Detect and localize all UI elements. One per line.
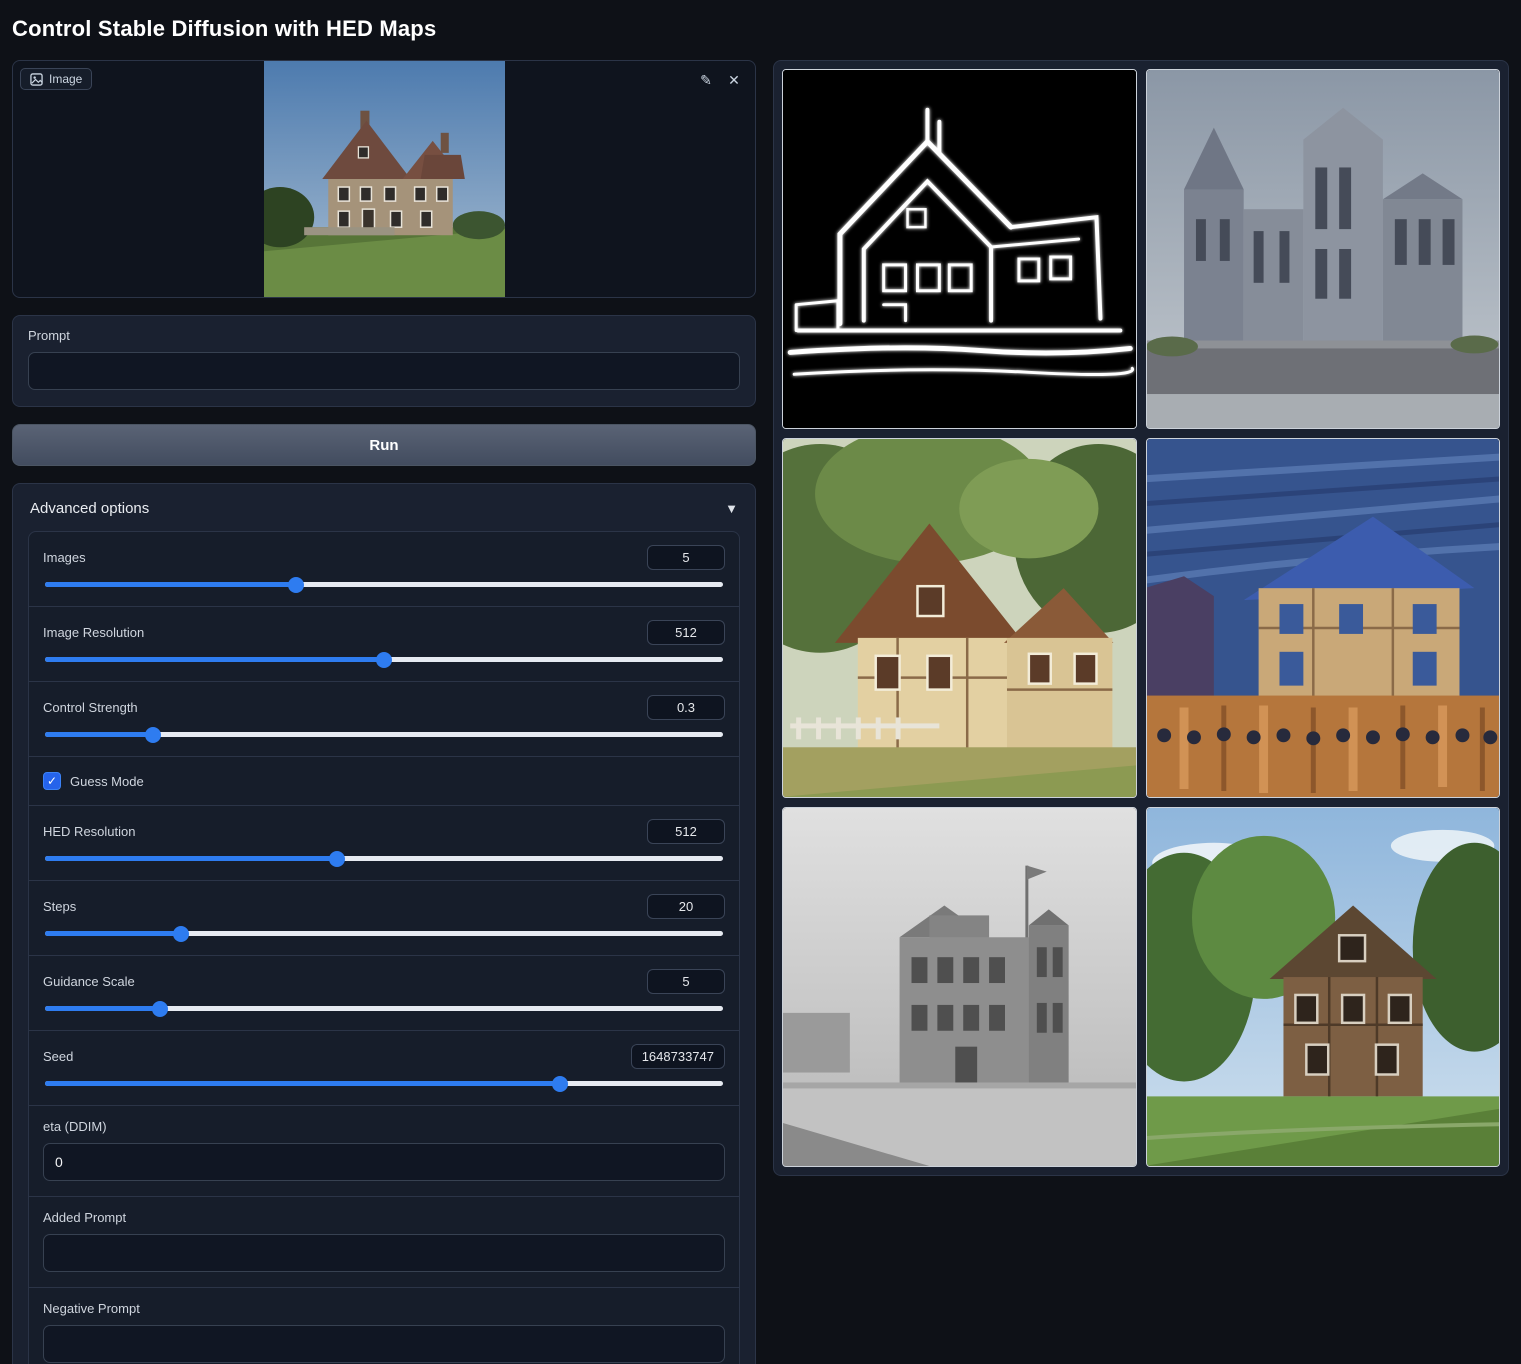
hed-resolution-value-box[interactable]: 512 bbox=[647, 819, 725, 844]
advanced-options-panel: Advanced options ▼ Images 5 bbox=[12, 483, 756, 1364]
input-image[interactable] bbox=[264, 60, 505, 298]
image-icon bbox=[30, 73, 43, 86]
added-prompt-input[interactable] bbox=[43, 1234, 725, 1272]
prompt-input[interactable] bbox=[28, 352, 740, 390]
gallery-image-house-with-trees[interactable] bbox=[1146, 807, 1501, 1167]
image-label: Image bbox=[49, 72, 82, 86]
images-label: Images bbox=[43, 550, 86, 565]
added-prompt-row: Added Prompt bbox=[29, 1196, 739, 1287]
steps-slider-thumb[interactable] bbox=[173, 926, 189, 942]
slider-row-image-resolution: Image Resolution 512 bbox=[29, 606, 739, 681]
image-resolution-label: Image Resolution bbox=[43, 625, 144, 640]
prompt-label: Prompt bbox=[28, 328, 740, 343]
images-slider-fill bbox=[45, 582, 296, 587]
guidance-scale-label: Guidance Scale bbox=[43, 974, 135, 989]
guidance-scale-slider[interactable] bbox=[45, 1006, 723, 1011]
guess-mode-label: Guess Mode bbox=[70, 774, 144, 789]
accordion-arrow-icon: ▼ bbox=[725, 501, 738, 516]
image-label-tag: Image bbox=[20, 68, 92, 90]
hed-resolution-slider[interactable] bbox=[45, 856, 723, 861]
seed-value-box[interactable]: 1648733747 bbox=[631, 1044, 725, 1069]
slider-row-guidance-scale: Guidance Scale 5 bbox=[29, 955, 739, 1030]
hed-resolution-slider-fill bbox=[45, 856, 337, 861]
guidance-scale-value-box[interactable]: 5 bbox=[647, 969, 725, 994]
slider-row-seed: Seed 1648733747 bbox=[29, 1030, 739, 1105]
image-resolution-slider[interactable] bbox=[45, 657, 723, 662]
negative-prompt-row: Negative Prompt bbox=[29, 1287, 739, 1364]
gallery-image-grayscale-building[interactable] bbox=[782, 807, 1137, 1167]
hed-resolution-slider-thumb[interactable] bbox=[329, 851, 345, 867]
seed-slider[interactable] bbox=[45, 1081, 723, 1086]
control-strength-value-box[interactable]: 0.3 bbox=[647, 695, 725, 720]
eta-label: eta (DDIM) bbox=[43, 1119, 725, 1134]
slider-row-hed-resolution: HED Resolution 512 bbox=[29, 805, 739, 880]
advanced-options-form: Images 5 Image Resolution 512 bbox=[28, 531, 740, 1364]
input-image-panel: Image ✎ ✕ bbox=[12, 60, 756, 298]
images-value-box[interactable]: 5 bbox=[647, 545, 725, 570]
guess-mode-row: Guess Mode bbox=[29, 756, 739, 805]
image-resolution-slider-fill bbox=[45, 657, 384, 662]
guess-mode-checkbox[interactable] bbox=[43, 772, 61, 790]
controls-column: Image ✎ ✕ bbox=[12, 60, 756, 1364]
page-title: Control Stable Diffusion with HED Maps bbox=[12, 16, 1509, 42]
guidance-scale-slider-fill bbox=[45, 1006, 160, 1011]
clear-image-button[interactable]: ✕ bbox=[721, 67, 747, 93]
gallery-image-hed-edge-map[interactable] bbox=[782, 69, 1137, 429]
gallery-image-painted-house[interactable] bbox=[782, 438, 1137, 798]
guidance-scale-slider-thumb[interactable] bbox=[152, 1001, 168, 1017]
edit-image-button[interactable]: ✎ bbox=[693, 67, 719, 93]
gallery-image-blue-painting[interactable] bbox=[1146, 438, 1501, 798]
negative-prompt-label: Negative Prompt bbox=[43, 1301, 725, 1316]
advanced-options-label: Advanced options bbox=[30, 500, 149, 517]
control-strength-slider-thumb[interactable] bbox=[145, 727, 161, 743]
seed-slider-thumb[interactable] bbox=[552, 1076, 568, 1092]
prompt-panel: Prompt bbox=[12, 315, 756, 407]
slider-row-control-strength: Control Strength 0.3 bbox=[29, 681, 739, 756]
negative-prompt-input[interactable] bbox=[43, 1325, 725, 1363]
slider-row-steps: Steps 20 bbox=[29, 880, 739, 955]
seed-slider-fill bbox=[45, 1081, 560, 1086]
run-button[interactable]: Run bbox=[12, 424, 756, 466]
images-slider-thumb[interactable] bbox=[288, 577, 304, 593]
image-resolution-slider-thumb[interactable] bbox=[376, 652, 392, 668]
images-slider[interactable] bbox=[45, 582, 723, 587]
eta-input[interactable] bbox=[43, 1143, 725, 1181]
control-strength-label: Control Strength bbox=[43, 700, 138, 715]
page: Control Stable Diffusion with HED Maps I… bbox=[0, 0, 1521, 1364]
slider-row-images: Images 5 bbox=[29, 532, 739, 606]
steps-slider[interactable] bbox=[45, 931, 723, 936]
control-strength-slider[interactable] bbox=[45, 732, 723, 737]
steps-value-box[interactable]: 20 bbox=[647, 894, 725, 919]
image-resolution-value-box[interactable]: 512 bbox=[647, 620, 725, 645]
output-column bbox=[773, 60, 1509, 1176]
steps-slider-fill bbox=[45, 931, 181, 936]
advanced-options-toggle[interactable]: Advanced options ▼ bbox=[28, 498, 740, 531]
steps-label: Steps bbox=[43, 899, 76, 914]
image-actions: ✎ ✕ bbox=[693, 67, 747, 93]
input-house-photo bbox=[264, 60, 505, 298]
output-gallery bbox=[773, 60, 1509, 1176]
hed-resolution-label: HED Resolution bbox=[43, 824, 136, 839]
added-prompt-label: Added Prompt bbox=[43, 1210, 725, 1225]
eta-row: eta (DDIM) bbox=[29, 1105, 739, 1196]
gallery-image-cathedral[interactable] bbox=[1146, 69, 1501, 429]
control-strength-slider-fill bbox=[45, 732, 153, 737]
seed-label: Seed bbox=[43, 1049, 73, 1064]
